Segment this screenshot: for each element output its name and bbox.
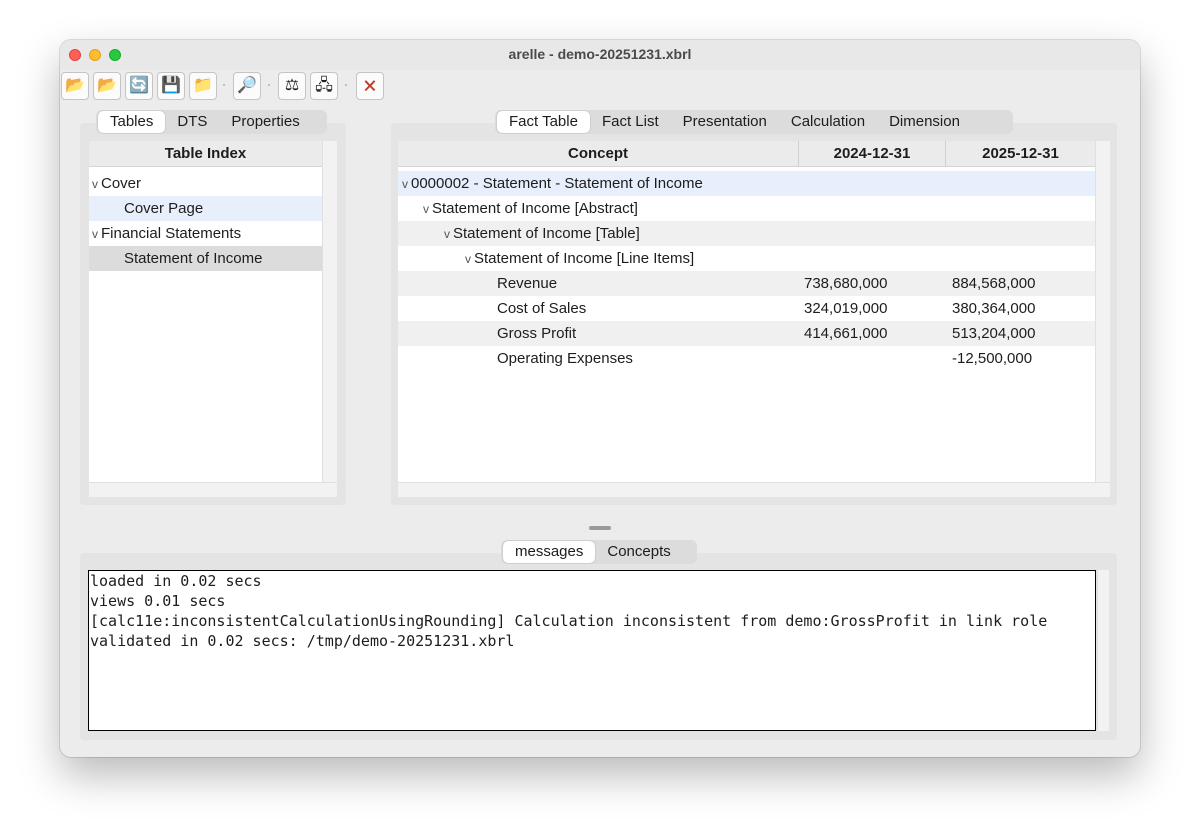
tab-properties[interactable]: Properties — [219, 111, 311, 133]
message-line: views 0.01 secs — [90, 592, 226, 610]
open-file-icon: 📂 — [65, 77, 85, 94]
toolbar-separator — [268, 84, 270, 86]
value-cell-2024: 738,680,000 — [804, 275, 888, 292]
table-row[interactable]: v Statement of Income [Line Items] — [398, 246, 1095, 271]
horizontal-scrollbar[interactable] — [89, 482, 337, 497]
vertical-scrollbar[interactable] — [1095, 141, 1110, 482]
tab-tables[interactable]: Tables — [98, 111, 166, 133]
value-cell-2024: 414,661,000 — [804, 325, 888, 342]
fact-table: Concept 2024-12-31 2025-12-31 v 0000002 -… — [398, 141, 1110, 497]
value-cell-2025: 884,568,000 — [952, 275, 1036, 292]
tab-fact-table[interactable]: Fact Table — [497, 111, 590, 133]
horizontal-scrollbar[interactable] — [398, 482, 1110, 497]
vertical-scrollbar[interactable] — [1097, 570, 1109, 731]
tab-messages[interactable]: messages — [503, 541, 596, 563]
message-line: validated in 0.02 secs: /tmp/demo-202512… — [90, 632, 515, 650]
table-index-header[interactable]: Table Index — [89, 141, 322, 167]
validate-icon: ⚖ — [284, 77, 300, 94]
right-tab-bar: Fact Table Fact List Presentation Calcul… — [495, 110, 1013, 134]
chevron-down-icon[interactable]: v — [441, 222, 453, 247]
tree-item-label: Cover Page — [124, 200, 204, 217]
chevron-down-icon[interactable]: v — [462, 247, 474, 272]
open-file-button[interactable]: 📂 — [61, 72, 89, 100]
compare-button[interactable]: 🖧 — [310, 72, 338, 100]
tree-item-label: Financial Statements — [101, 225, 242, 242]
message-line: loaded in 0.02 secs — [90, 572, 262, 590]
value-cell-2025: 513,204,000 — [952, 325, 1036, 342]
app-window: arelle - demo-20251231.xbrl 📂 📂 🔄 💾 📁 🔎 … — [60, 40, 1140, 757]
pane-splitter-handle[interactable] — [589, 526, 611, 530]
tab-dimension[interactable]: Dimension — [877, 111, 972, 133]
concept-label: Statement of Income [Abstract] — [432, 200, 638, 217]
validate-button[interactable]: ⚖ — [278, 72, 306, 100]
save-as-button[interactable]: 📁 — [189, 72, 217, 100]
chevron-down-icon[interactable]: v — [420, 197, 432, 222]
tree-item-financial-statements[interactable]: v Financial Statements — [89, 221, 322, 246]
tree-item-label: Cover — [101, 175, 142, 192]
toolbar-separator — [345, 84, 347, 86]
concept-label: Statement of Income [Line Items] — [474, 250, 695, 267]
tab-calculation[interactable]: Calculation — [779, 111, 877, 133]
concept-label: Cost of Sales — [497, 300, 587, 317]
table-row[interactable]: v Statement of Income [Table] — [398, 221, 1095, 246]
table-row[interactable]: v 0000002 - Statement - Statement of Inco… — [398, 171, 1095, 196]
bottom-tab-bar: messages Concepts — [501, 540, 697, 564]
close-file-button[interactable]: 🗙 — [356, 72, 384, 100]
tree-item-cover-page[interactable]: Cover Page — [89, 196, 322, 221]
reload-icon: 🔄 — [129, 77, 149, 94]
concept-label: Gross Profit — [497, 325, 577, 342]
messages-console[interactable]: loaded in 0.02 secs views 0.01 secs [cal… — [88, 570, 1096, 731]
save-as-icon: 📁 — [193, 77, 213, 94]
concept-label: Operating Expenses — [497, 350, 633, 367]
reload-button[interactable]: 🔄 — [125, 72, 153, 100]
find-icon: 🔎 — [237, 77, 257, 94]
table-row[interactable]: Gross Profit 414,661,000 513,204,000 — [398, 321, 1095, 346]
concept-label: Revenue — [497, 275, 558, 292]
left-tab-bar: Tables DTS Properties — [96, 110, 327, 134]
toolbar-separator — [223, 84, 225, 86]
concept-cell: v Statement of Income [Abstract] — [420, 196, 638, 222]
column-header-2024[interactable]: 2024-12-31 — [799, 141, 946, 167]
close-file-icon: 🗙 — [363, 77, 377, 94]
open-web-icon: 📂 — [97, 77, 117, 94]
title-bar[interactable]: arelle - demo-20251231.xbrl — [60, 40, 1140, 70]
tree-item-cover[interactable]: v Cover — [89, 171, 322, 196]
save-button[interactable]: 💾 — [157, 72, 185, 100]
message-line: [calc11e:inconsistentCalculationUsingRou… — [90, 612, 1048, 630]
table-index-tree: Table Index v Cover Cover Page v Financial… — [89, 141, 337, 497]
concept-cell: v 0000002 - Statement - Statement of Inco… — [399, 171, 703, 197]
value-cell-2025: 380,364,000 — [952, 300, 1036, 317]
save-icon: 💾 — [161, 77, 181, 94]
value-cell-2025: -12,500,000 — [952, 350, 1033, 367]
tab-fact-list[interactable]: Fact List — [590, 111, 671, 133]
find-button[interactable]: 🔎 — [233, 72, 261, 100]
table-row[interactable]: Cost of Sales 324,019,000 380,364,000 — [398, 296, 1095, 321]
compare-icon: 🖧 — [315, 77, 333, 94]
tab-dts[interactable]: DTS — [165, 111, 219, 133]
vertical-scrollbar[interactable] — [322, 141, 337, 482]
tab-presentation[interactable]: Presentation — [671, 111, 779, 133]
chevron-down-icon[interactable]: v — [399, 172, 411, 197]
tree-item-statement-of-income[interactable]: Statement of Income — [89, 246, 322, 271]
tab-concepts[interactable]: Concepts — [595, 541, 682, 563]
window-title: arelle - demo-20251231.xbrl — [508, 46, 692, 62]
chevron-down-icon[interactable]: v — [89, 172, 101, 197]
fact-table-header: Concept 2024-12-31 2025-12-31 — [398, 141, 1095, 167]
tree-item-label: Statement of Income — [124, 250, 263, 267]
concept-cell: v Statement of Income [Table] — [441, 221, 640, 247]
column-header-2025[interactable]: 2025-12-31 — [946, 141, 1095, 167]
open-web-button[interactable]: 📂 — [93, 72, 121, 100]
chevron-down-icon[interactable]: v — [89, 222, 101, 247]
value-cell-2024: 324,019,000 — [804, 300, 888, 317]
column-header-concept[interactable]: Concept — [398, 141, 799, 167]
toolbar: 📂 📂 🔄 💾 📁 🔎 ⚖ 🖧 🗙 — [60, 71, 1140, 101]
concept-label: Statement of Income [Table] — [453, 225, 640, 242]
table-row[interactable]: Revenue 738,680,000 884,568,000 — [398, 271, 1095, 296]
concept-label: 0000002 - Statement - Statement of Incom… — [411, 175, 703, 192]
table-row[interactable]: Operating Expenses -12,500,000 — [398, 346, 1095, 371]
table-row[interactable]: v Statement of Income [Abstract] — [398, 196, 1095, 221]
concept-cell: v Statement of Income [Line Items] — [462, 246, 694, 272]
